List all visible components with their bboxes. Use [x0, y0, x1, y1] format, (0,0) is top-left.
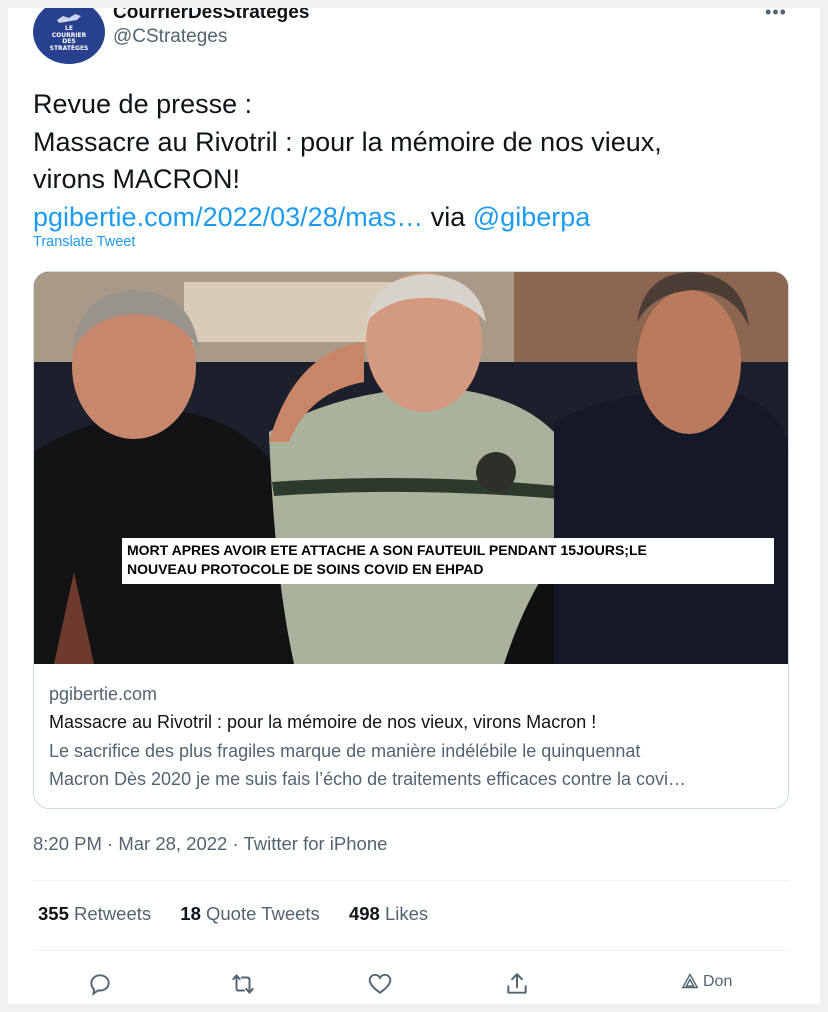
link-description: Le sacrifice des plus fragiles marque de… — [49, 741, 686, 789]
tweet-link[interactable]: pgibertie.com/2022/03/28/mas… — [33, 202, 423, 232]
tweet-line: virons MACRON! — [33, 164, 241, 194]
link-title: Massacre au Rivotril : pour la mémoire d… — [49, 712, 597, 732]
donate-icon — [681, 972, 699, 989]
tweet-link-line: pgibertie.com/2022/03/28/mas… via @giber… — [33, 199, 793, 237]
link-domain: pgibertie.com — [49, 684, 158, 704]
donate-button[interactable]: Don — [681, 972, 732, 991]
author-display-name[interactable]: CourrierDesStratèges — [113, 8, 309, 24]
link-preview-card[interactable]: MORT APRES AVOIR ETE ATTACHE A SON FAUTE… — [33, 271, 789, 809]
author-handle[interactable]: @CStrateges — [113, 26, 227, 48]
retweets-stat[interactable]: 355 Retweets — [38, 903, 151, 924]
more-options-icon[interactable]: ••• — [764, 8, 788, 22]
likes-stat[interactable]: 498 Likes — [349, 903, 428, 924]
reply-icon[interactable] — [83, 967, 117, 1001]
tweet-line: Massacre au Rivotril : pour la mémoire d… — [33, 126, 662, 157]
action-bar: Don — [33, 963, 789, 1003]
tweet-line: Revue de presse : — [33, 89, 253, 119]
divider — [33, 950, 789, 951]
engagement-stats: 355 Retweets 18 Quote Tweets 498 Likes — [38, 903, 452, 925]
tweet-card: LE COURRIER DES STRATÈGES CourrierDesStr… — [8, 8, 820, 1004]
photo-illustration — [34, 272, 788, 664]
image-caption: MORT APRES AVOIR ETE ATTACHE A SON FAUTE… — [122, 538, 774, 584]
avatar[interactable]: LE COURRIER DES STRATÈGES — [33, 8, 105, 64]
retweet-icon[interactable] — [226, 967, 260, 1001]
logo-animal-icon — [57, 14, 81, 23]
avatar-logo-text: LE COURRIER DES STRATÈGES — [49, 25, 89, 52]
quote-tweets-stat[interactable]: 18 Quote Tweets — [180, 903, 320, 924]
divider — [33, 880, 789, 881]
like-icon[interactable] — [363, 967, 397, 1001]
tweet-text: Revue de presse : Massacre au Rivotril :… — [33, 86, 793, 236]
mention-link[interactable]: @giberpa — [473, 202, 590, 232]
via-text: via — [423, 201, 473, 232]
translate-tweet-link[interactable]: Translate Tweet — [33, 234, 135, 250]
tweet-timestamp[interactable]: 8:20 PM · Mar 28, 2022 · Twitter for iPh… — [33, 833, 387, 855]
link-preview-meta: pgibertie.com Massacre au Rivotril : pou… — [49, 680, 777, 793]
share-icon[interactable] — [500, 967, 534, 1001]
link-preview-image[interactable]: MORT APRES AVOIR ETE ATTACHE A SON FAUTE… — [34, 272, 788, 664]
